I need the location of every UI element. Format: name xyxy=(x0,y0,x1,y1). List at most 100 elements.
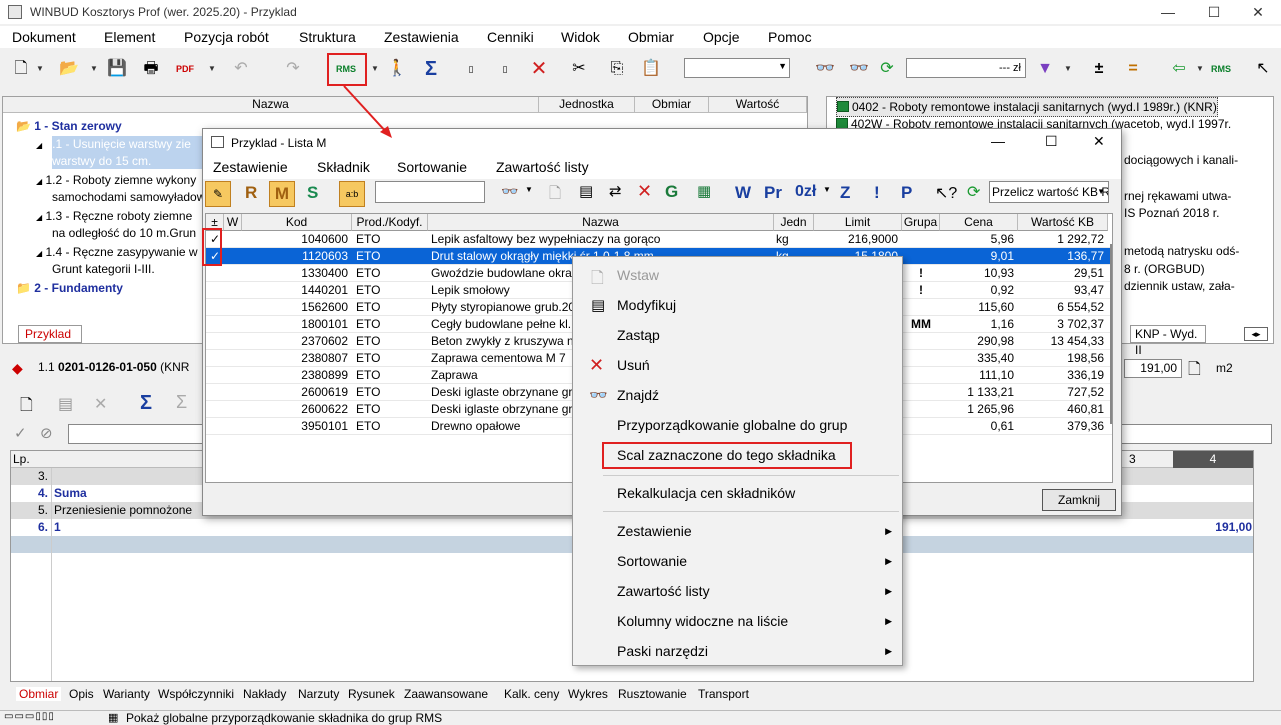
menu-paski-narzedzi[interactable]: Paski narzędzi xyxy=(617,643,708,659)
tab-narzuty[interactable]: Narzuty xyxy=(298,687,339,701)
tree-node-stan-zerowy[interactable]: 📂 1 - Stan zerowy xyxy=(16,117,122,135)
col-w[interactable]: W xyxy=(224,214,242,231)
dropdown-arrow-icon[interactable]: ▼ xyxy=(1196,56,1204,82)
dialog-maximize-icon[interactable]: ☐ xyxy=(1045,133,1058,150)
col-prod[interactable]: Prod./Kodyf. xyxy=(352,214,428,231)
print-icon[interactable]: 🖶 xyxy=(138,56,164,82)
filter-w-button[interactable]: W xyxy=(735,183,751,203)
dialog-search-input[interactable] xyxy=(375,181,485,203)
position-quantity[interactable]: 191,00 xyxy=(1124,359,1182,378)
sort-abc-icon[interactable]: a:b xyxy=(339,181,365,207)
tree-node-fundamenty[interactable]: 📁 2 - Fundamenty xyxy=(16,279,123,297)
menu-modyfikuj[interactable]: Modyfikuj xyxy=(617,297,676,313)
menu-przyporzadkowanie[interactable]: Przyporządkowanie globalne do grup xyxy=(617,417,847,433)
menu-dokument[interactable]: Dokument xyxy=(12,29,76,45)
column-header-obmiar[interactable]: Obmiar xyxy=(635,97,709,113)
dropdown-arrow-icon[interactable]: ▼ xyxy=(90,56,98,82)
menu-opcje[interactable]: Opcje xyxy=(703,29,740,45)
doc-tab-przyklad[interactable]: Przyklad xyxy=(18,325,82,343)
menu-kolumny[interactable]: Kolumny widoczne na liście xyxy=(617,613,788,629)
document-p-icon[interactable]: ▯ xyxy=(492,56,518,82)
menu-sortowanie[interactable]: Sortowanie xyxy=(617,553,687,569)
menu-wstaw[interactable]: Wstaw xyxy=(617,267,659,283)
open-folder-icon[interactable]: 📂 xyxy=(56,56,82,82)
minimize-icon[interactable]: — xyxy=(1148,2,1188,22)
find-icon[interactable]: 👓 xyxy=(501,183,518,200)
sum-plus-icon[interactable]: Σ xyxy=(176,392,187,413)
filter-icon[interactable]: ▼ xyxy=(1032,56,1058,82)
find-next-icon[interactable]: 👓 xyxy=(846,56,872,82)
cancel-icon[interactable]: ⊘ xyxy=(40,424,53,442)
edit-row-icon[interactable]: ▤ xyxy=(58,394,73,414)
filter-excl-button[interactable]: ! xyxy=(874,183,880,203)
col-jedn[interactable]: Jedn xyxy=(774,214,814,231)
rms-export-icon[interactable]: RMS xyxy=(1208,56,1234,82)
menu-widok[interactable]: Widok xyxy=(561,29,600,45)
col-limit[interactable]: Limit xyxy=(814,214,902,231)
filter-r-button[interactable]: R xyxy=(245,183,257,203)
delete-row-icon[interactable]: ✕ xyxy=(94,394,107,414)
dialog-minimize-icon[interactable]: — xyxy=(991,133,1005,149)
menu-cenniki[interactable]: Cenniki xyxy=(487,29,534,45)
cut-icon[interactable]: ✂ xyxy=(566,56,592,82)
menu-obmiar[interactable]: Obmiar xyxy=(628,29,674,45)
dropdown-arrow-icon[interactable]: ▼ xyxy=(36,56,44,82)
new-item-icon[interactable]: 🗋 xyxy=(549,183,561,208)
plus-minus-icon[interactable]: ± xyxy=(1086,56,1112,82)
tab-warianty[interactable]: Warianty xyxy=(103,687,150,701)
amount-field[interactable]: --- zł xyxy=(906,58,1026,78)
filter-p-button[interactable]: P xyxy=(901,183,912,203)
dialog-menu-zestawienie[interactable]: Zestawienie xyxy=(213,159,288,175)
refresh-icon[interactable]: ⟳ xyxy=(967,182,980,202)
tab-obmiar[interactable]: Obmiar xyxy=(16,687,62,701)
dropdown-arrow-icon[interactable]: ▼ xyxy=(208,56,216,82)
col-kod[interactable]: Kod xyxy=(242,214,352,231)
refresh-icon[interactable]: ⟳ xyxy=(874,56,900,82)
person-icon[interactable]: 🚶 xyxy=(384,56,410,82)
redo-icon[interactable]: ↷ xyxy=(280,56,306,82)
delete-item-icon[interactable]: ✕ xyxy=(637,181,652,202)
grid-scrollbar[interactable] xyxy=(1110,244,1112,424)
paste-icon[interactable]: 📋 xyxy=(638,56,664,82)
col-cena[interactable]: Cena xyxy=(940,214,1018,231)
minus-minus-icon[interactable]: = xyxy=(1120,56,1146,82)
menu-zastap[interactable]: Zastąp xyxy=(617,327,660,343)
menu-pomoc[interactable]: Pomoc xyxy=(768,29,812,45)
menu-zawartosc-listy[interactable]: Zawartość listy xyxy=(617,583,710,599)
component-row[interactable]: ✓ 1040600 ETO Lepik asfaltowy bez wypełniac… xyxy=(206,231,1112,248)
menu-element[interactable]: Element xyxy=(104,29,155,45)
tab-zaawansowane[interactable]: Zaawansowane xyxy=(404,687,488,701)
tab-rusztowanie[interactable]: Rusztowanie xyxy=(618,687,687,701)
menu-pozycja-robot[interactable]: Pozycja robót xyxy=(184,29,269,45)
sum-icon[interactable]: Σ xyxy=(140,392,152,415)
tab-naklady[interactable]: Nakłady xyxy=(243,687,286,701)
toolbar-combo[interactable]: ▼ xyxy=(684,58,790,78)
menu-znajdz[interactable]: Znajdź xyxy=(617,387,659,403)
dropdown-arrow-icon[interactable]: ▼ xyxy=(371,56,379,82)
group-assign-icon[interactable]: ✎ xyxy=(205,181,231,207)
filter-z-button[interactable]: Z xyxy=(840,183,850,203)
sum-icon[interactable]: Σ xyxy=(418,56,444,82)
col-wartosc[interactable]: Wartość KB xyxy=(1018,214,1108,231)
copy-icon[interactable]: ⎘ xyxy=(604,56,630,82)
column-header-wartosc[interactable]: Wartość xyxy=(709,97,807,113)
pdf-icon[interactable]: PDF xyxy=(172,56,198,82)
dialog-menu-skladnik[interactable]: Składnik xyxy=(317,159,370,175)
document-icon[interactable]: 🗋 xyxy=(1188,358,1201,385)
tab-opis[interactable]: Opis xyxy=(69,687,94,701)
column-header-jednostka[interactable]: Jednostka xyxy=(539,97,635,113)
menu-usun[interactable]: Usuń xyxy=(617,357,650,373)
dropdown-arrow-icon[interactable]: ▼ xyxy=(525,185,533,194)
document-e-icon[interactable]: ▯ xyxy=(458,56,484,82)
import-icon[interactable]: ⇦ xyxy=(1166,56,1192,82)
tab-rysunek[interactable]: Rysunek xyxy=(348,687,395,701)
tab-scroll-icon[interactable]: ◂▸ xyxy=(1244,327,1268,341)
close-icon[interactable]: ✕ xyxy=(1238,2,1278,22)
menu-zestawienia[interactable]: Zestawienia xyxy=(384,29,459,45)
dropdown-arrow-icon[interactable]: ▼ xyxy=(823,185,831,194)
menu-rekalkulacja[interactable]: Rekalkulacja cen składników xyxy=(617,485,795,501)
undo-icon[interactable]: ↶ xyxy=(228,56,254,82)
dialog-close-icon[interactable]: ✕ xyxy=(1093,133,1105,150)
replace-item-icon[interactable]: ⇄ xyxy=(609,182,622,200)
menu-struktura[interactable]: Struktura xyxy=(299,29,356,45)
